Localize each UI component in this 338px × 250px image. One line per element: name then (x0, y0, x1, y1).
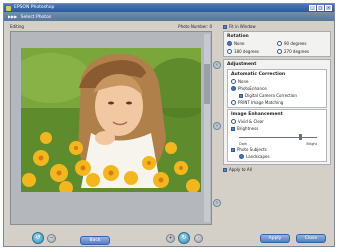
close-window-button[interactable]: × (325, 5, 332, 11)
bright-label: Bright (306, 142, 317, 146)
fit-window-row[interactable]: Fit in Window (223, 23, 331, 30)
rotation-90[interactable]: 90 degrees (277, 40, 327, 47)
photo-preview[interactable] (21, 48, 201, 192)
rotation-90-label: 90 degrees (284, 41, 307, 46)
window-title: EPSON Photoshop (14, 5, 55, 10)
title-bar: EPSON Photoshop _ □ × (4, 4, 334, 12)
collapse-right-icon[interactable]: › (213, 122, 221, 130)
editing-window: EPSON Photoshop _ □ × ▶▶▶ Select Photos … (3, 3, 335, 247)
radio-icon[interactable] (231, 119, 236, 124)
editing-label: Editing (10, 24, 24, 29)
zoom-out-button[interactable]: − (47, 234, 56, 243)
radio-icon[interactable] (277, 41, 282, 46)
preview-area (10, 31, 212, 225)
rotation-title: Rotation (227, 34, 249, 39)
rotation-270-label: 270 degrees (284, 49, 310, 54)
vivid-label: Vivid & Clear (238, 119, 264, 124)
preview-scrollbar[interactable] (204, 34, 210, 222)
radio-icon[interactable] (231, 79, 236, 84)
photo-image (21, 48, 201, 192)
rotation-options: None 90 degrees 180 degrees 270 degrees (227, 40, 327, 55)
landscapes-row[interactable]: Landscapes (231, 153, 323, 160)
slider-track (239, 137, 317, 138)
apply-button[interactable]: Apply (260, 234, 290, 243)
brightness-label: Brightness (237, 126, 259, 131)
sub-header: Editing Photo Number: 0 (10, 23, 212, 30)
vivid-row[interactable]: Vivid & Clear (231, 118, 323, 125)
maximize-button[interactable]: □ (317, 5, 324, 11)
auto-correction-title: Automatic Correction (231, 72, 286, 77)
photo-number: Photo Number: 0 (178, 24, 212, 29)
collapse-left-icon[interactable]: ‹ (213, 61, 221, 69)
expand-icon[interactable]: › (213, 199, 221, 207)
digital-camera-checkbox[interactable] (239, 93, 243, 98)
photo-subjects-label: Photo Subjects (237, 147, 267, 152)
enhancement-group: Image Enhancement Vivid & Clear Brightne… (227, 109, 327, 162)
radio-icon[interactable] (231, 86, 236, 91)
rotation-180-label: 180 degrees (234, 49, 260, 54)
radio-icon[interactable] (227, 41, 232, 46)
photo-subjects-row[interactable]: Photo Subjects (231, 146, 323, 153)
slider-knob[interactable] (299, 134, 303, 140)
radio-icon[interactable] (231, 100, 236, 105)
settings-panel: Fit in Window Rotation None 90 degrees 1… (223, 23, 331, 233)
enhancement-title: Image Enhancement (231, 112, 283, 117)
landscapes-label: Landscapes (246, 154, 270, 159)
fit-window-checkbox[interactable] (223, 24, 227, 29)
radio-icon[interactable] (227, 49, 232, 54)
step-arrows-icon: ▶▶▶ (8, 14, 18, 19)
fit-button[interactable]: · (194, 234, 203, 243)
brightness-slider[interactable] (239, 133, 323, 142)
step-bar: ▶▶▶ Select Photos (4, 12, 334, 21)
photo-subjects-checkbox[interactable] (231, 147, 235, 152)
rotation-270[interactable]: 270 degrees (277, 48, 327, 55)
fit-window-label: Fit in Window (229, 24, 256, 29)
step-label: Select Photos (20, 15, 52, 20)
minimize-button[interactable]: _ (309, 5, 316, 11)
radio-icon[interactable] (239, 154, 244, 159)
apply-all-row[interactable]: Apply to All (223, 166, 331, 173)
apply-all-checkbox[interactable] (223, 167, 227, 172)
rotation-180[interactable]: 180 degrees (227, 48, 277, 55)
app-icon (6, 5, 11, 11)
radio-icon[interactable] (277, 49, 282, 54)
correction-photoenhance[interactable]: PhotoEnhance (231, 85, 323, 92)
rotation-none[interactable]: None (227, 40, 277, 47)
adjustment-title: Adjustment (227, 62, 257, 67)
window-controls: _ □ × (309, 5, 332, 11)
rotate-right-button[interactable]: ↻ (178, 232, 190, 244)
correction-none[interactable]: None (231, 78, 323, 85)
correction-print-matching[interactable]: PRINT Image Matching (231, 99, 323, 106)
print-matching-label: PRINT Image Matching (238, 100, 284, 105)
digital-camera-label: Digital Camera Correction (245, 93, 297, 98)
back-button[interactable]: Back (80, 236, 110, 245)
brightness-checkbox[interactable] (231, 126, 235, 131)
digital-camera-row[interactable]: Digital Camera Correction (231, 92, 323, 99)
correction-photoenhance-label: PhotoEnhance (238, 86, 267, 91)
correction-none-label: None (238, 79, 249, 84)
close-button[interactable]: Close (296, 234, 326, 243)
zoom-in-button[interactable]: + (166, 234, 175, 243)
brightness-row[interactable]: Brightness (231, 125, 323, 132)
rotation-none-label: None (234, 41, 245, 46)
auto-correction-group: Automatic Correction None PhotoEnhance D… (227, 69, 327, 108)
scrollbar-thumb[interactable] (204, 64, 210, 104)
apply-all-label: Apply to All (229, 167, 252, 172)
adjustment-group: Adjustment Automatic Correction None Pho… (223, 59, 331, 165)
rotate-left-button[interactable]: ↺ (32, 232, 44, 244)
rotation-group: Rotation None 90 degrees 180 degrees 270… (223, 31, 331, 57)
